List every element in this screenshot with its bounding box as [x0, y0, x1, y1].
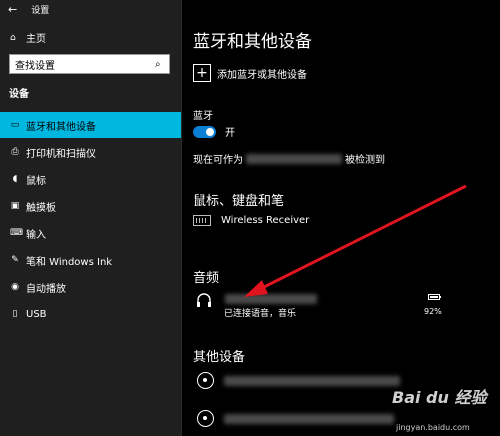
annotation-arrow	[244, 184, 467, 297]
watermark-url: jingyan.baidu.com	[396, 423, 470, 432]
watermark-brand: Bai du 经验	[392, 388, 487, 407]
